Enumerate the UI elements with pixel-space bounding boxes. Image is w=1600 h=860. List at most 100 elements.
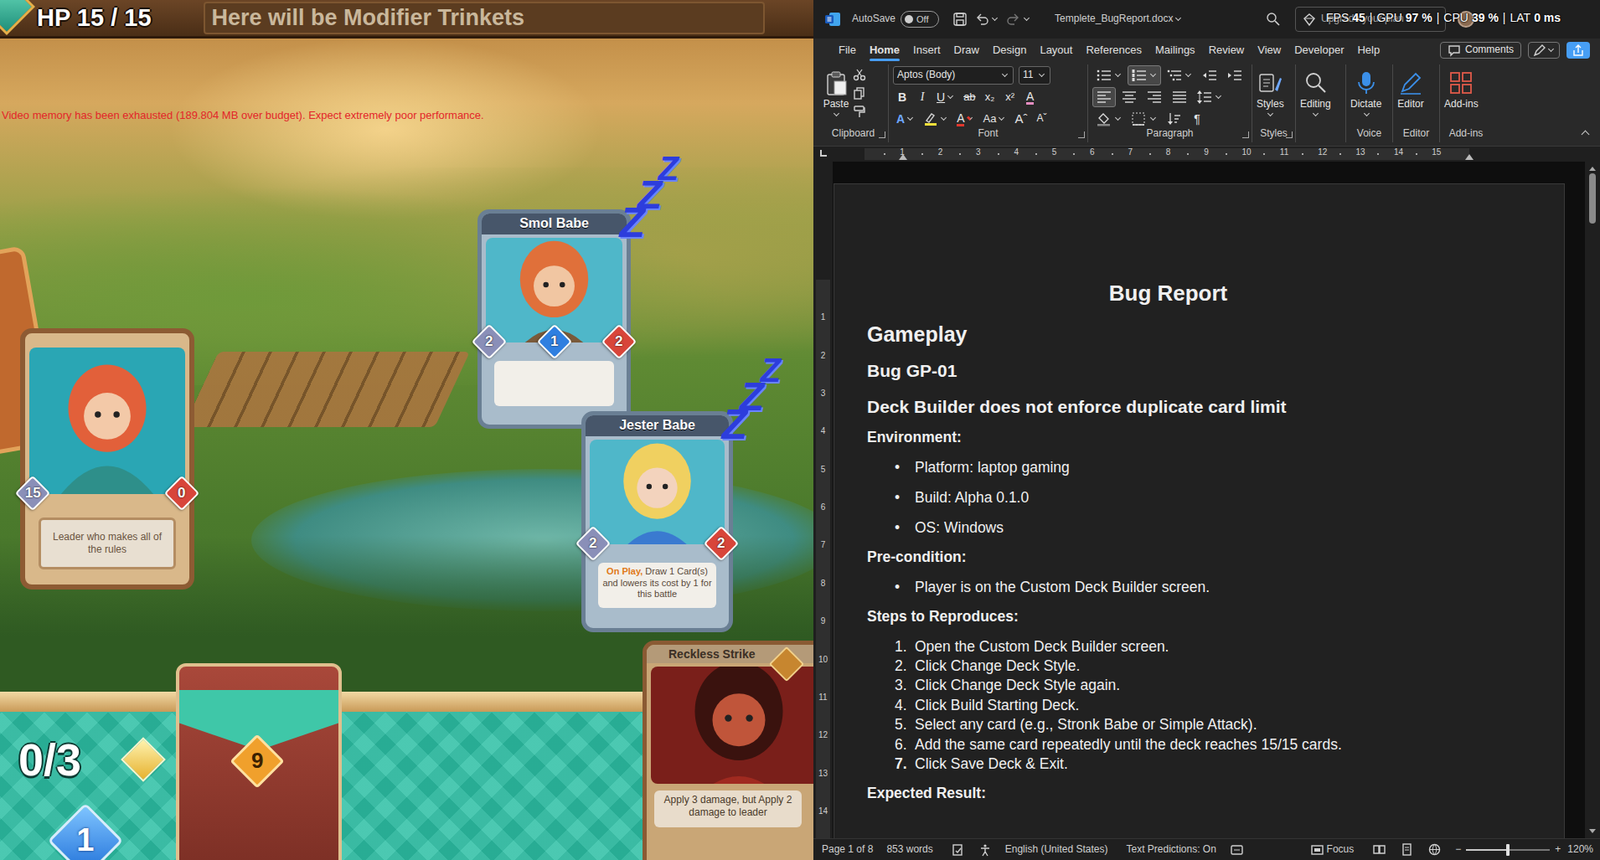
dropdown-caret-icon[interactable] [991, 15, 998, 21]
comments-button[interactable]: Comments [1440, 41, 1522, 59]
sub-button[interactable]: x₂ [980, 87, 1000, 108]
unit-card[interactable]: 150Leader who makes all of the rules [20, 328, 195, 590]
clear-button[interactable]: A [1021, 87, 1040, 108]
dropdown-caret-icon[interactable] [1114, 71, 1121, 78]
dropdown-caret-icon[interactable] [907, 114, 914, 121]
ribbon-tab[interactable]: Mailings [1148, 40, 1203, 62]
page-count[interactable]: Page 1 of 8 [821, 843, 873, 857]
collapse-ribbon-icon[interactable] [1581, 130, 1590, 140]
marks-button[interactable]: ¶ [1187, 108, 1207, 130]
font-size-dropdown[interactable]: 11 [1018, 66, 1051, 85]
underline-button[interactable]: U [933, 87, 959, 108]
ribbon-tab[interactable]: References [1078, 40, 1148, 62]
dropdown-caret-icon[interactable] [1215, 92, 1222, 99]
justify-button[interactable] [1167, 87, 1192, 108]
ribbon-tab[interactable]: Help [1350, 40, 1387, 62]
ribbon-tab[interactable]: File [831, 40, 863, 62]
right-indent-marker-icon[interactable] [1465, 154, 1474, 160]
dropdown-caret-icon[interactable] [1267, 110, 1274, 117]
shading-button[interactable] [1092, 108, 1126, 130]
zoom-out-button[interactable]: − [1455, 843, 1461, 857]
dropdown-caret-icon[interactable] [1312, 110, 1319, 117]
word-count[interactable]: 853 words [886, 843, 933, 857]
outdent-button[interactable] [1197, 65, 1222, 86]
line-spacing-button[interactable] [1192, 87, 1227, 108]
dropdown-caret-icon[interactable] [1023, 15, 1030, 21]
dropdown-caret-icon[interactable] [1150, 114, 1157, 121]
ribbon-tab[interactable]: Layout [1032, 40, 1079, 62]
vertical-scrollbar[interactable] [1584, 161, 1600, 839]
dropdown-caret-icon[interactable] [1038, 71, 1045, 78]
multilevel-button[interactable] [1162, 65, 1197, 86]
scroll-down-icon[interactable] [1589, 829, 1596, 834]
ribbon-tab[interactable]: Review [1202, 40, 1252, 62]
dialog-launcher-icon[interactable] [1285, 131, 1293, 139]
document-name[interactable]: Templete_BugReport.docx [1054, 12, 1183, 26]
sup-button[interactable]: x² [1001, 87, 1020, 108]
grow-button[interactable]: Aˆ [1011, 108, 1031, 130]
highlight-button[interactable] [919, 108, 952, 130]
dropdown-caret-icon[interactable] [1150, 71, 1157, 78]
scroll-thumb[interactable] [1589, 173, 1596, 224]
dropdown-caret-icon[interactable] [940, 114, 947, 121]
ribbon-tab[interactable]: Home [862, 40, 907, 62]
dialog-launcher-icon[interactable] [878, 131, 886, 139]
effects-button[interactable]: A [892, 108, 919, 130]
shrink-button[interactable]: Aˇ [1032, 108, 1051, 130]
indent-marker-icon[interactable] [898, 154, 908, 160]
align-right-button[interactable] [1142, 87, 1167, 108]
editor-button[interactable]: Editor [1397, 64, 1425, 128]
hand-card[interactable]: Reckless StrikeApply 3 damage, but Apply… [642, 640, 814, 860]
scroll-up-icon[interactable] [1589, 166, 1596, 171]
font-name-dropdown[interactable]: Aptos (Body) [892, 66, 1014, 85]
ribbon-tab[interactable]: Design [985, 40, 1033, 62]
dropdown-caret-icon[interactable] [1175, 15, 1182, 21]
strike-button[interactable]: ab [960, 87, 979, 108]
ribbon-tab[interactable]: View [1250, 40, 1288, 62]
dropdown-caret-icon[interactable] [833, 110, 840, 117]
dictate-button[interactable]: Dictate [1350, 64, 1382, 128]
dialog-launcher-icon[interactable] [1242, 131, 1250, 139]
indent-button[interactable] [1223, 65, 1247, 86]
dropdown-caret-icon[interactable] [998, 114, 1005, 121]
sort-button[interactable] [1162, 108, 1187, 130]
share-button[interactable] [1566, 41, 1590, 59]
paste-button[interactable]: Paste [822, 64, 850, 128]
tab-selector[interactable] [813, 146, 833, 162]
addins-button[interactable]: Add-ins [1444, 64, 1479, 128]
borders-button[interactable] [1127, 108, 1162, 130]
ribbon-tab[interactable]: Developer [1287, 40, 1351, 62]
dropdown-caret-icon[interactable] [1114, 114, 1121, 121]
dropdown-caret-icon[interactable] [966, 114, 973, 121]
draw-pile[interactable]: 9 [175, 663, 342, 860]
align-left-button[interactable] [1092, 87, 1116, 108]
dialog-launcher-icon[interactable] [1078, 131, 1085, 139]
bullets-button[interactable] [1092, 65, 1126, 86]
case-button[interactable]: Aa [979, 108, 1010, 130]
styles-button[interactable]: Styles [1256, 64, 1285, 128]
bold-button[interactable]: B [892, 87, 912, 108]
align-center-button[interactable] [1117, 87, 1141, 108]
numbering-button[interactable] [1127, 65, 1162, 86]
language[interactable]: English (United States) [1005, 843, 1109, 857]
ribbon-tab[interactable]: Insert [906, 40, 948, 62]
game-view[interactable]: HP 15 / 15Here will be Modifier Trinkets… [0, 0, 814, 860]
zoom-in-button[interactable]: + [1554, 843, 1561, 857]
focus-button[interactable]: Focus [1310, 843, 1355, 857]
dropdown-caret-icon[interactable] [1185, 71, 1192, 78]
text-predictions[interactable]: Text Predictions: On [1126, 843, 1217, 857]
editing-button[interactable]: Editing [1300, 64, 1332, 128]
document-page[interactable]: Bug ReportGameplayBug GP-01Deck Builder … [833, 183, 1565, 839]
italic-button[interactable]: I [913, 87, 932, 108]
dropdown-caret-icon[interactable] [947, 92, 954, 99]
dropdown-caret-icon[interactable] [1363, 110, 1370, 117]
color-button[interactable]: A [953, 108, 978, 130]
editing-mode-button[interactable] [1527, 41, 1560, 59]
autosave-toggle[interactable]: Off [900, 10, 940, 28]
zoom-level[interactable]: 120% [1567, 843, 1594, 857]
unit-card[interactable]: Smol Babe212ZZZ [477, 209, 631, 429]
zoom-slider[interactable] [1465, 849, 1550, 852]
dropdown-caret-icon[interactable] [1548, 46, 1554, 52]
zoom-thumb[interactable] [1506, 844, 1510, 857]
ribbon-tab[interactable]: Draw [947, 40, 986, 62]
